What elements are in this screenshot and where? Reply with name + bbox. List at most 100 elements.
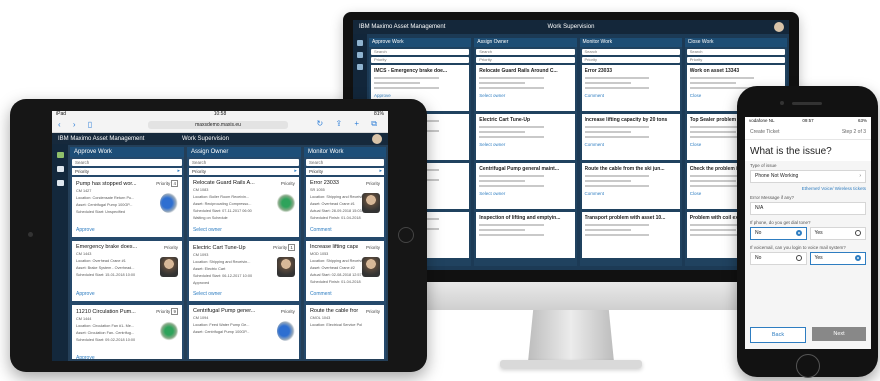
tablet-screen: iPad 10:58 81% ‹ › ▯ maxsdemo.maxis.eu ↻… — [52, 111, 388, 361]
back-button[interactable]: Back — [750, 327, 806, 343]
form-buttons: Back Next — [750, 327, 866, 343]
priority-filter[interactable]: Priority — [188, 168, 299, 175]
voicemail-yes-radio[interactable]: Yes — [809, 252, 866, 265]
priority-filter[interactable]: Priority — [686, 57, 785, 63]
priority-filter[interactable]: Priority — [581, 57, 680, 63]
phone-home-button[interactable] — [796, 354, 820, 378]
card-action-link[interactable]: Comment — [310, 291, 332, 297]
work-card[interactable]: Emergency brake does... Priority CM 1443 L… — [72, 241, 182, 301]
priority-filter[interactable]: Priority — [371, 57, 470, 63]
avatar[interactable] — [774, 22, 784, 32]
voicemail-no-radio[interactable]: No — [750, 252, 807, 265]
error-message-value: N/A — [755, 205, 764, 211]
card-action-link[interactable]: Comment — [585, 191, 677, 196]
card-action-link[interactable]: Select owner — [479, 93, 571, 98]
work-card[interactable]: Error 23033 Priority SR 1055 Location: Shi… — [305, 177, 384, 237]
card-detail: Scheduled Finish: 01-04-2018 10:00 — [309, 280, 362, 284]
column-header: Approve Work — [369, 38, 472, 47]
work-card[interactable]: Increase lifting capacity by 20 tons Comm… — [581, 114, 680, 160]
chevron-right-icon: › — [859, 173, 861, 179]
card-title: Relocate Guard Rails Around C... — [479, 68, 558, 74]
work-card[interactable]: Route the cable from the ski jun... Comme… — [581, 163, 680, 209]
card-detail-line — [584, 136, 650, 138]
card-action-link[interactable]: Approve — [374, 93, 466, 98]
card-detail-line — [584, 180, 631, 182]
settings-icon[interactable] — [56, 180, 64, 186]
priority-filter[interactable]: Priority — [72, 168, 182, 175]
card-detail-line — [584, 77, 650, 79]
card-action-link[interactable]: Comment — [585, 93, 677, 98]
column-header: Approve Work — [70, 147, 184, 157]
card-title: Emergency brake does... — [76, 244, 138, 250]
search-input[interactable]: Search — [686, 49, 785, 55]
work-card[interactable]: Increase lifting capacity by 20 to... Pri… — [305, 241, 384, 301]
work-card[interactable]: Relocate Guard Rails Around C... Select o… — [476, 65, 575, 111]
search-input[interactable]: Search — [188, 159, 299, 166]
card-action-link[interactable]: Select owner — [479, 191, 571, 196]
radio-icon — [795, 255, 802, 261]
avatar[interactable] — [372, 134, 382, 144]
work-card[interactable]: Pump has stopped wor... Priority 4 CM 1427… — [72, 177, 182, 237]
priority-filter[interactable]: Priority — [305, 168, 384, 175]
card-detail: Asset: Centrifugal Pump 100GP... — [192, 330, 250, 334]
board-icon[interactable] — [56, 152, 64, 158]
url-bar[interactable]: maxsdemo.maxis.eu — [148, 121, 288, 129]
search-input[interactable]: Search — [72, 159, 182, 166]
card-action-link[interactable]: Comment — [310, 227, 332, 233]
template-link[interactable]: Ethernet/ Voice/ Wireless tickets — [745, 184, 871, 193]
card-action-link[interactable]: Select owner — [479, 142, 571, 147]
card-title: Increase lifting capacity by 20 to... — [309, 244, 358, 250]
column-header: Close Work — [684, 38, 787, 47]
search-input[interactable]: Search — [581, 49, 680, 55]
work-card[interactable]: Inspection of lifting and emptyin... — [476, 212, 575, 258]
filter-icon[interactable] — [357, 52, 363, 58]
form-header: Create Ticket Step 2 of 3 — [745, 125, 871, 140]
search-input[interactable]: Search — [305, 159, 384, 166]
next-button[interactable]: Next — [812, 327, 866, 341]
work-card[interactable]: Centrifugal Pump gener... Priority CM 109… — [188, 305, 299, 359]
priority-badge: Priority — [280, 180, 295, 186]
browser-action-icons[interactable]: ↻ ⇪ + ⧉ — [317, 119, 382, 129]
card-detail: Actual Start: 02-08-2018 12:57 — [309, 273, 362, 277]
settings-icon[interactable] — [357, 64, 363, 70]
card-detail: Location: Condensate Return Pu... — [76, 196, 135, 200]
work-card[interactable]: Error 23033 Comment — [581, 65, 680, 111]
filter-icon[interactable] — [56, 166, 64, 172]
work-card[interactable]: Electric Cart Tune-Up Select owner — [476, 114, 575, 160]
search-input[interactable]: Search — [476, 49, 575, 55]
card-detail-line — [689, 180, 736, 182]
column-header: Assign Owner — [474, 38, 577, 47]
card-detail: Location: Shipping and Receivin... — [309, 195, 362, 199]
phone-camera — [780, 101, 784, 105]
card-action-link[interactable]: Approve — [76, 227, 95, 233]
error-message-field[interactable]: N/A — [750, 202, 866, 215]
work-card[interactable]: Route the cable from th... Priority CMOL … — [305, 305, 384, 359]
column-approve-work: Approve Work Search Priority Pump has stopp… — [70, 147, 184, 359]
card-header: Relocate Guard Rails A... Priority — [193, 180, 295, 186]
card-action-link[interactable]: Approve — [76, 355, 95, 359]
priority-filter[interactable]: Priority — [476, 57, 575, 63]
card-action-link[interactable]: Comment — [585, 142, 677, 147]
radio-icon — [855, 255, 861, 261]
board-icon[interactable] — [357, 40, 363, 46]
column-header: Monitor Work — [579, 38, 682, 47]
card-detail-line — [374, 77, 439, 79]
tablet-home-button[interactable] — [398, 227, 414, 243]
dial-tone-yes-radio[interactable]: Yes — [809, 227, 866, 240]
work-card[interactable]: Transport problem with asset 10... — [581, 212, 680, 258]
card-header: Route the cable from th... Priority — [310, 308, 380, 314]
issue-type-select[interactable]: Phone Not Working › — [750, 170, 866, 183]
card-action-link[interactable]: Approve — [76, 291, 95, 297]
card-header: 11210 Circulation Pum... Priority 9 — [76, 308, 178, 315]
card-action-link[interactable]: Select owner — [193, 291, 222, 297]
search-input[interactable]: Search — [371, 49, 470, 55]
browser-nav-icons[interactable]: ‹ › ▯ — [58, 120, 97, 129]
work-card[interactable]: Centrifugal Pump general maint... Select … — [476, 163, 575, 209]
priority-badge: Priority — [365, 308, 380, 314]
card-action-link[interactable]: Select owner — [193, 227, 222, 233]
work-card[interactable]: 11210 Circulation Pum... Priority 9 CM 144… — [72, 305, 182, 359]
work-card[interactable]: Relocate Guard Rails A... Priority CM 108… — [188, 177, 299, 237]
dial-tone-no-radio[interactable]: No — [750, 227, 807, 240]
work-card[interactable]: Electric Cart Tune-Up Priority 1 CM 1093 Lo… — [188, 241, 299, 301]
card-detail: Scheduled Start: 15-01-2018 10:00 — [76, 273, 136, 277]
